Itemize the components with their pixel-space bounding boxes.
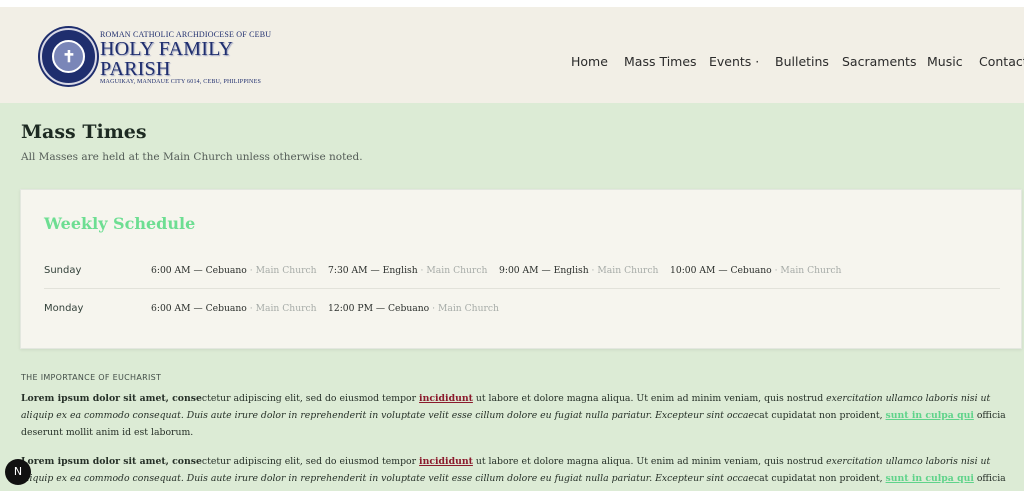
logo-address: MAGUIKAY, MANDAUE CITY 6014, CEBU, PHILI… bbox=[100, 79, 261, 85]
schedule-row-sunday: Sunday 6:00 AM — Cebuano · Main Church 7… bbox=[44, 251, 1000, 289]
logo-text: ROMAN CATHOLIC ARCHDIOCESE OF CEBU HOLY … bbox=[100, 30, 290, 85]
inline-link[interactable]: incididunt bbox=[419, 456, 473, 467]
nav-mass-times[interactable]: Mass Times bbox=[624, 54, 697, 69]
article-paragraph: Lorem ipsum dolor sit amet, consectetur … bbox=[21, 456, 1006, 491]
mass-time-slot: 7:30 AM — English · Main Church bbox=[328, 265, 488, 276]
main-content: Mass Times All Masses are held at the Ma… bbox=[0, 103, 1024, 491]
section-label: THE IMPORTANCE OF EUCHARIST bbox=[21, 373, 162, 382]
site-header: ✝ ROMAN CATHOLIC ARCHDIOCESE OF CEBU HOL… bbox=[0, 7, 1024, 103]
nav-sacraments[interactable]: Sacraments bbox=[842, 54, 916, 69]
mass-time-slot: 9:00 AM — English · Main Church bbox=[499, 265, 659, 276]
nav-music[interactable]: Music bbox=[927, 54, 963, 69]
parish-seal-icon: ✝ bbox=[40, 28, 97, 85]
page-title: Mass Times bbox=[21, 121, 147, 143]
nav-events[interactable]: Events · bbox=[709, 54, 759, 69]
article-paragraph: Lorem ipsum dolor sit amet, consectetur … bbox=[21, 393, 1006, 438]
mass-time-slot: 12:00 PM — Cebuano · Main Church bbox=[328, 303, 499, 314]
nav-home[interactable]: Home bbox=[571, 54, 608, 69]
page-subtitle: All Masses are held at the Main Church u… bbox=[21, 151, 363, 163]
nav-contact[interactable]: Contact bbox=[979, 54, 1024, 69]
nav-bulletins[interactable]: Bulletins bbox=[775, 54, 829, 69]
schedule-day: Monday bbox=[44, 303, 84, 314]
inline-link[interactable]: sunt in culpa qui bbox=[886, 410, 974, 421]
inline-link[interactable]: incididunt bbox=[419, 393, 473, 404]
mass-time-slot: 6:00 AM — Cebuano · Main Church bbox=[151, 303, 317, 314]
logo-parish-name: HOLY FAMILY PARISH bbox=[100, 38, 233, 80]
weekly-schedule-card: Weekly Schedule Sunday 6:00 AM — Cebuano… bbox=[20, 189, 1022, 349]
mass-time-slot: 10:00 AM — Cebuano · Main Church bbox=[670, 265, 842, 276]
schedule-day: Sunday bbox=[44, 265, 82, 276]
mass-time-slot: 6:00 AM — Cebuano · Main Church bbox=[151, 265, 317, 276]
schedule-row-monday: Monday 6:00 AM — Cebuano · Main Church 1… bbox=[44, 289, 1000, 327]
site-logo[interactable]: ✝ ROMAN CATHOLIC ARCHDIOCESE OF CEBU HOL… bbox=[40, 28, 290, 88]
nextjs-badge-button[interactable]: N bbox=[5, 459, 31, 485]
inline-link[interactable]: sunt in culpa qui bbox=[886, 473, 974, 484]
page: ✝ ROMAN CATHOLIC ARCHDIOCESE OF CEBU HOL… bbox=[0, 0, 1024, 491]
schedule-title: Weekly Schedule bbox=[44, 214, 196, 233]
